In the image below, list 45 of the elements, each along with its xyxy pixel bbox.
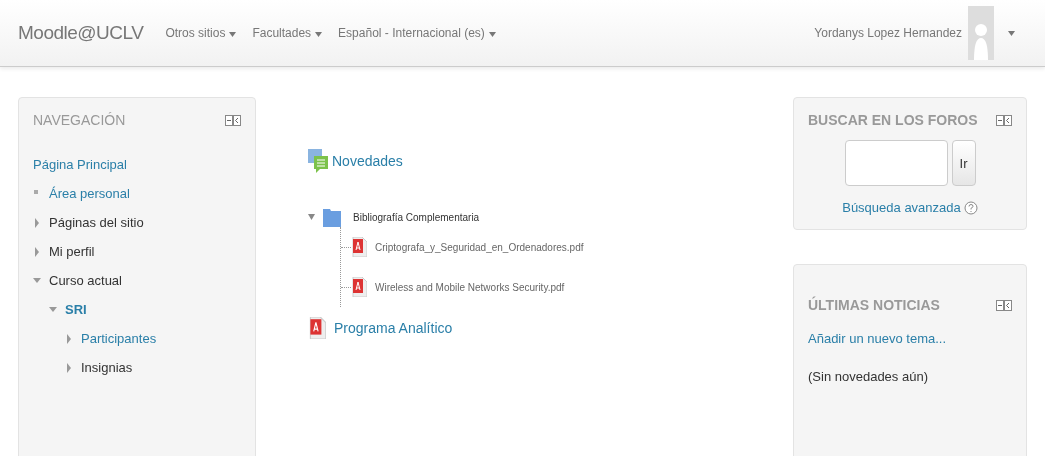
no-news-text: (Sin novedades aún) <box>808 369 928 384</box>
collapsed-arrow-icon[interactable] <box>65 362 73 373</box>
pdf-file-icon <box>351 277 367 297</box>
caret-icon <box>488 32 496 37</box>
search-field[interactable] <box>844 140 948 186</box>
avatar-icon[interactable] <box>968 6 994 60</box>
nav-item[interactable]: Insignias <box>81 360 133 375</box>
block-title: ÚLTIMAS NOTICIAS <box>808 297 940 313</box>
nav-link[interactable]: SRI <box>65 302 87 317</box>
pdf-link[interactable]: Wireless and Mobile Networks Security.pdf <box>375 281 565 293</box>
collapsed-arrow-icon[interactable] <box>33 246 41 257</box>
site-brand[interactable]: Moodle@UCLV <box>18 22 144 44</box>
block-controls-icon[interactable] <box>996 299 1012 311</box>
nav-item[interactable]: Mi perfil <box>49 244 95 259</box>
nav-link[interactable]: Página Principal <box>33 157 127 172</box>
nav-menu[interactable]: Español - Internacional (es) <box>338 26 496 40</box>
collapsed-arrow-icon[interactable] <box>65 333 73 344</box>
caret-icon <box>315 32 323 37</box>
advanced-search-link[interactable]: Búsqueda avanzada <box>842 200 961 215</box>
forum-icon <box>308 149 330 173</box>
nav-link[interactable]: Participantes <box>81 331 157 346</box>
block-controls-icon[interactable] <box>996 114 1012 126</box>
block-title: BUSCAR EN LOS FOROS <box>808 112 978 128</box>
pdf-file-icon <box>308 317 326 339</box>
block-title: NAVEGACIÓN <box>33 112 126 128</box>
collapsed-arrow-icon[interactable] <box>33 217 41 228</box>
pdf-link[interactable]: Programa Analítico <box>334 320 453 336</box>
nav-item[interactable]: Curso actual <box>49 273 122 288</box>
pdf-link[interactable]: Criptografa_y_Seguridad_en_Ordenadores.pdf <box>375 241 584 253</box>
add-topic-link[interactable]: Añadir un nuevo tema... <box>808 331 947 346</box>
folder-link[interactable]: Bibliografía Complementaria <box>353 211 480 223</box>
user-name[interactable]: Yordanys Lopez Hernandez <box>814 26 962 40</box>
caret-icon <box>229 32 237 37</box>
go-button[interactable]: Ir <box>951 140 976 186</box>
forum-link[interactable]: Novedades <box>332 153 403 169</box>
nav-link[interactable]: Área personal <box>49 186 130 201</box>
pdf-file-icon <box>351 237 367 257</box>
folder-icon <box>323 207 341 227</box>
caret-icon[interactable] <box>1008 30 1015 36</box>
expanded-arrow-icon[interactable] <box>308 213 315 221</box>
nav-menu[interactable]: Otros sitios <box>165 26 237 40</box>
help-icon[interactable] <box>963 200 978 215</box>
nav-menu[interactable]: Facultades <box>252 26 323 40</box>
nav-item[interactable]: Páginas del sitio <box>49 215 144 230</box>
block-controls-icon[interactable] <box>225 114 241 126</box>
